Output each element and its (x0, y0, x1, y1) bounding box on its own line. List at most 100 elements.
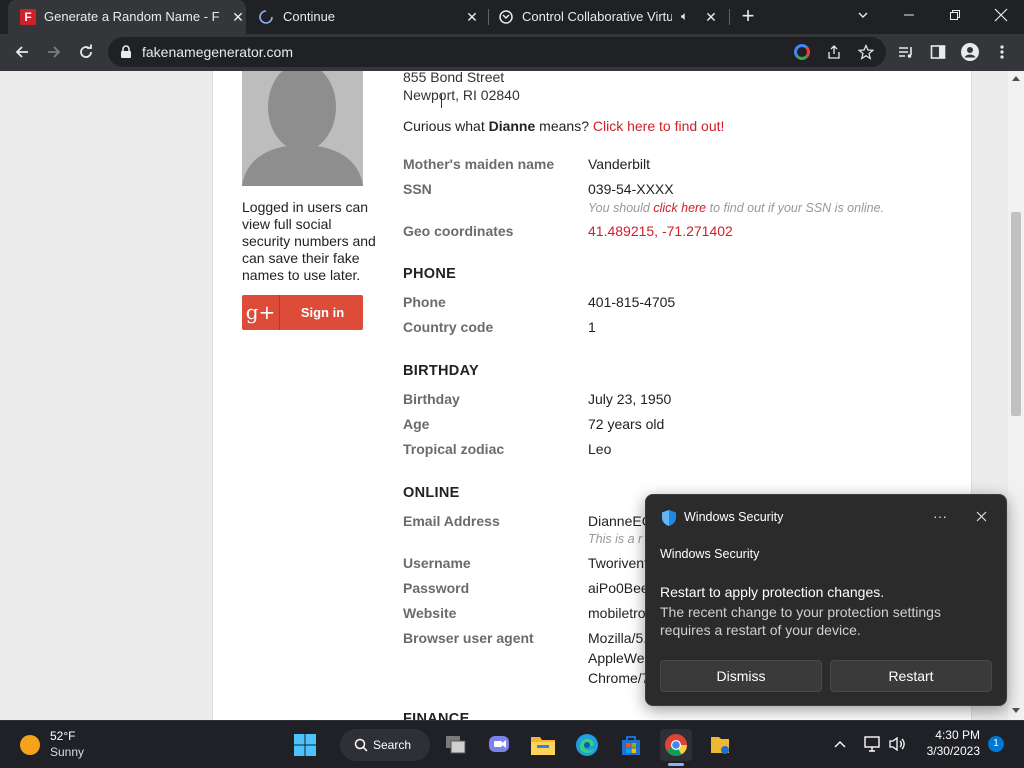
google-lens-icon[interactable] (794, 44, 810, 60)
tab-close-icon[interactable]: ✕ (703, 9, 719, 25)
audio-speaker-icon[interactable]: 🔈︎ (681, 9, 688, 24)
label-phone: Phone (403, 294, 446, 310)
close-window-button[interactable] (978, 0, 1024, 30)
pinned-folder-app-icon[interactable] (704, 729, 736, 761)
google-plus-signin-button[interactable]: g+ Sign in (242, 295, 363, 330)
tab-control-collaborative[interactable]: Control Collaborative Virtual 🔈︎ ✕ (489, 0, 729, 34)
chrome-browser-icon[interactable] (660, 729, 692, 766)
url-text[interactable]: fakenamegenerator.com (142, 44, 293, 60)
label-tropical-zodiac: Tropical zodiac (403, 441, 505, 457)
label-username: Username (403, 555, 471, 571)
new-tab-button[interactable]: + (736, 4, 760, 28)
value-phone: 401-815-4705 (588, 294, 676, 310)
bookmark-star-icon[interactable] (858, 44, 874, 60)
value-ssn: 039-54-XXXX (588, 181, 674, 197)
microsoft-store-icon[interactable] (615, 729, 647, 761)
start-button[interactable] (289, 729, 321, 761)
loading-spinner-icon (259, 10, 273, 24)
minimize-button[interactable] (886, 0, 932, 30)
notification-badge[interactable]: 1 (988, 736, 1004, 752)
clock-date: 3/30/2023 (926, 744, 980, 758)
tab-close-icon[interactable]: ✕ (230, 9, 246, 25)
search-label: Search (373, 738, 412, 752)
value-age: 72 years old (588, 416, 665, 432)
avatar-placeholder (242, 71, 363, 186)
toast-body-line-1: The recent change to your protection set… (660, 604, 941, 620)
section-heading-online: ONLINE (403, 485, 460, 501)
chrome-menu-button[interactable] (988, 38, 1016, 66)
task-view-icon[interactable] (440, 729, 472, 761)
network-icon[interactable] (864, 736, 882, 752)
reload-button[interactable] (72, 38, 100, 66)
label-age: Age (403, 416, 430, 432)
tab-title: Continue (283, 9, 336, 24)
share-icon[interactable] (826, 44, 842, 60)
edge-browser-icon[interactable] (571, 729, 603, 761)
volume-icon[interactable] (888, 736, 906, 752)
dismiss-button[interactable]: Dismiss (660, 660, 822, 692)
geo-coordinates-link[interactable]: 41.489215, -71.271402 (588, 223, 733, 239)
weather-description: Sunny (50, 745, 85, 759)
profile-button[interactable] (956, 38, 984, 66)
signin-label: Sign in (300, 305, 345, 320)
value-password: aiPo0Bee (588, 580, 649, 596)
label-email-address: Email Address (403, 513, 500, 529)
scrollbar-thumb[interactable] (1011, 212, 1021, 416)
toast-title: Restart to apply protection changes. (660, 584, 885, 600)
label-password: Password (403, 580, 470, 596)
person-silhouette-icon (242, 71, 363, 186)
ssn-check-link[interactable]: click here (653, 201, 706, 215)
value-browser-user-agent-line3: Chrome/7 (588, 670, 650, 686)
sun-icon (20, 735, 40, 755)
value-maiden-name: Vanderbilt (588, 156, 651, 172)
browser-toolbar: fakenamegenerator.com (0, 34, 1024, 71)
restore-button[interactable] (932, 0, 978, 30)
tab-title: Control Collaborative Virtual (522, 9, 672, 24)
weather-widget[interactable]: 52°F Sunny (18, 727, 98, 763)
restart-button[interactable]: Restart (830, 660, 992, 692)
label-maiden-name: Mother's maiden name (403, 156, 555, 172)
site-favicon-icon (499, 10, 513, 24)
toast-more-options-button[interactable]: ··· (928, 507, 952, 527)
file-explorer-icon[interactable] (527, 729, 559, 761)
page-scrollbar[interactable] (1008, 71, 1024, 720)
scroll-up-arrow-icon[interactable] (1012, 75, 1020, 81)
tab-close-icon[interactable]: ✕ (464, 9, 480, 25)
name-meaning-link[interactable]: Click here to find out! (593, 118, 725, 134)
back-button[interactable] (8, 38, 36, 66)
fakename-favicon-icon: F (20, 9, 36, 25)
taskbar-search[interactable]: Search (340, 729, 430, 761)
google-plus-icon: g+ (242, 295, 280, 330)
address-line-1: 855 Bond Street (403, 71, 505, 85)
login-note: Logged in users can view full social sec… (242, 199, 376, 283)
forward-arrow-icon (48, 46, 61, 58)
toast-close-icon[interactable] (976, 511, 987, 522)
reading-list-button[interactable] (892, 38, 920, 66)
tab-divider (729, 9, 730, 25)
forward-button[interactable] (40, 38, 68, 66)
search-icon (354, 738, 368, 752)
toast-body-line-2: requires a restart of your device. (660, 622, 861, 638)
teams-chat-icon[interactable] (483, 729, 515, 761)
label-country-code: Country code (403, 319, 494, 335)
tab-fakenamegenerator[interactable]: F Generate a Random Name - Fake ✕ (8, 0, 246, 34)
value-browser-user-agent-line2: AppleWeb (588, 650, 653, 666)
tab-title: Generate a Random Name - Fake (44, 9, 220, 24)
tab-continue[interactable]: Continue ✕ (246, 0, 488, 34)
text-cursor-icon (441, 94, 442, 108)
address-bar[interactable]: fakenamegenerator.com (108, 37, 886, 67)
value-country-code: 1 (588, 319, 596, 335)
scroll-down-arrow-icon[interactable] (1012, 708, 1020, 714)
side-panel-icon (930, 45, 946, 59)
tab-search-chevron-icon[interactable] (840, 0, 886, 30)
toast-app-name: Windows Security (684, 510, 784, 524)
name-meaning-line: Curious what Dianne means? Click here to… (403, 118, 725, 134)
active-app-indicator (668, 763, 684, 766)
clock[interactable]: 4:30 PM 3/30/2023 (916, 727, 980, 763)
side-panel-button[interactable] (924, 38, 952, 66)
value-browser-user-agent: Mozilla/5. (588, 630, 648, 646)
lock-icon[interactable] (120, 45, 132, 59)
back-arrow-icon (15, 46, 28, 58)
show-hidden-icons-chevron-icon[interactable] (834, 739, 846, 749)
windows-logo-icon (294, 734, 316, 756)
